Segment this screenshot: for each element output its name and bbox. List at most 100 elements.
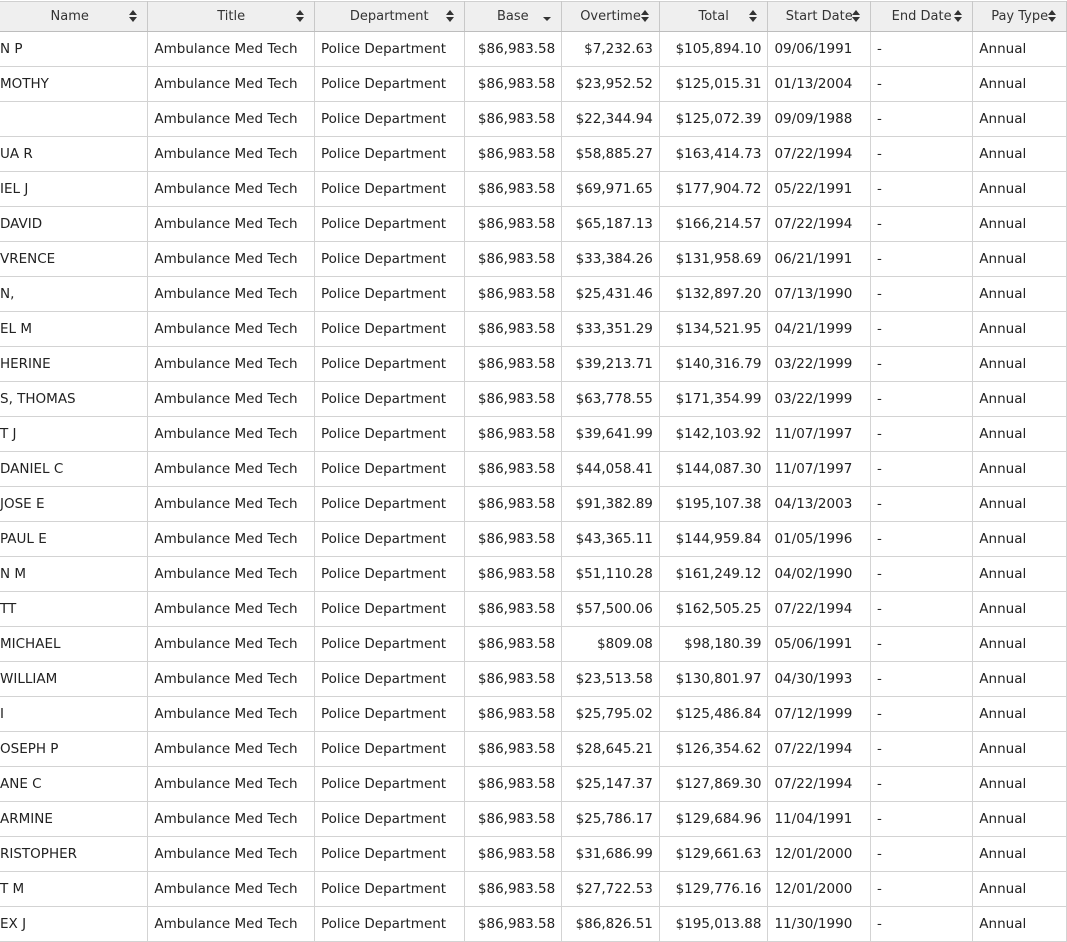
cell-title: Ambulance Med Tech <box>147 486 315 522</box>
table-row[interactable]: ANE C Ambulance Med Tech Police Department… <box>0 766 1067 802</box>
cell-pay-type: Annual <box>972 101 1067 137</box>
table-row[interactable]: I Ambulance Med Tech Police Department $86,… <box>0 696 1067 732</box>
cell-base: $86,983.58 <box>464 696 563 732</box>
cell-department: Police Department <box>314 31 465 67</box>
cell-overtime: $22,344.94 <box>561 101 660 137</box>
cell-overtime: $25,147.37 <box>561 766 660 802</box>
cell-overtime: $7,232.63 <box>561 31 660 67</box>
table-row[interactable]: DANIEL C Ambulance Med Tech Police Departm… <box>0 451 1067 487</box>
cell-base: $86,983.58 <box>464 766 563 802</box>
column-header-total[interactable]: Total <box>659 1 769 32</box>
cell-title: Ambulance Med Tech <box>147 241 315 277</box>
cell-title: Ambulance Med Tech <box>147 276 315 312</box>
cell-end-date: - <box>870 486 974 522</box>
cell-total: $144,087.30 <box>659 451 769 487</box>
table-row[interactable]: N M Ambulance Med Tech Police Department $8… <box>0 556 1067 592</box>
table-row[interactable]: RISTOPHER Ambulance Med Tech Police Depart… <box>0 836 1067 872</box>
cell-department: Police Department <box>314 241 465 277</box>
cell-total: $144,959.84 <box>659 521 769 557</box>
table-row[interactable]: N P Ambulance Med Tech Police Department $8… <box>0 31 1067 67</box>
sort-icon[interactable] <box>129 9 138 23</box>
table-row[interactable]: DAVID Ambulance Med Tech Police Department… <box>0 206 1067 242</box>
table-row[interactable]: S, THOMAS Ambulance Med Tech Police Depart… <box>0 381 1067 417</box>
column-header-title[interactable]: Title <box>147 1 315 32</box>
cell-pay-type: Annual <box>972 136 1067 172</box>
table-row[interactable]: N, Ambulance Med Tech Police Department $86… <box>0 276 1067 312</box>
cell-base: $86,983.58 <box>464 521 563 557</box>
cell-total: $195,107.38 <box>659 486 769 522</box>
sort-icon[interactable] <box>851 9 860 23</box>
cell-base: $86,983.58 <box>464 101 563 137</box>
cell-total: $105,894.10 <box>659 31 769 67</box>
table-row[interactable]: IEL J Ambulance Med Tech Police Department… <box>0 171 1067 207</box>
cell-pay-type: Annual <box>972 626 1067 662</box>
cell-end-date: - <box>870 206 974 242</box>
cell-start-date: 12/01/2000 <box>767 836 871 872</box>
cell-pay-type: Annual <box>972 801 1067 837</box>
cell-end-date: - <box>870 311 974 347</box>
cell-end-date: - <box>870 556 974 592</box>
table-row[interactable]: MICHAEL Ambulance Med Tech Police Departme… <box>0 626 1067 662</box>
cell-name: RISTOPHER <box>0 836 149 872</box>
table-row[interactable]: TT Ambulance Med Tech Police Department $86… <box>0 591 1067 627</box>
cell-pay-type: Annual <box>972 276 1067 312</box>
column-header-label: Title <box>217 9 246 24</box>
cell-name: JOSE E <box>0 486 149 522</box>
table-row[interactable]: Ambulance Med Tech Police Department $86,9… <box>0 101 1067 137</box>
column-header-name[interactable]: Name <box>0 1 149 32</box>
column-header-department[interactable]: Department <box>314 1 465 32</box>
table-row[interactable]: PAUL E Ambulance Med Tech Police Departmen… <box>0 521 1067 557</box>
cell-base: $86,983.58 <box>464 241 563 277</box>
cell-department: Police Department <box>314 451 465 487</box>
sort-icon[interactable] <box>1048 9 1056 23</box>
table-row[interactable]: T J Ambulance Med Tech Police Department $8… <box>0 416 1067 452</box>
cell-name: S, THOMAS <box>0 381 149 417</box>
column-header-base[interactable]: Base <box>464 1 563 32</box>
cell-base: $86,983.58 <box>464 591 563 627</box>
table-row[interactable]: EL M Ambulance Med Tech Police Department $… <box>0 311 1067 347</box>
column-header-label: Name <box>50 9 89 24</box>
table-row[interactable]: HERINE Ambulance Med Tech Police Departmen… <box>0 346 1067 382</box>
table-row[interactable]: MOTHY Ambulance Med Tech Police Department… <box>0 66 1067 102</box>
cell-start-date: 04/13/2003 <box>767 486 871 522</box>
cell-base: $86,983.58 <box>464 416 563 452</box>
sort-icon[interactable] <box>295 9 304 23</box>
column-header-overtime[interactable]: Overtime <box>561 1 660 32</box>
cell-name: VRENCE <box>0 241 149 277</box>
table-row[interactable]: UA R Ambulance Med Tech Police Department $… <box>0 136 1067 172</box>
column-header-end-date[interactable]: End Date <box>870 1 974 32</box>
cell-base: $86,983.58 <box>464 661 563 697</box>
cell-start-date: 11/30/1990 <box>767 906 871 942</box>
cell-total: $162,505.25 <box>659 591 769 627</box>
sort-desc-icon[interactable] <box>543 9 552 23</box>
table-row[interactable]: ARMINE Ambulance Med Tech Police Departmen… <box>0 801 1067 837</box>
cell-start-date: 11/04/1991 <box>767 801 871 837</box>
table-row[interactable]: OSEPH P Ambulance Med Tech Police Departme… <box>0 731 1067 767</box>
cell-overtime: $65,187.13 <box>561 206 660 242</box>
sort-icon[interactable] <box>749 9 758 23</box>
cell-overtime: $43,365.11 <box>561 521 660 557</box>
cell-start-date: 09/06/1991 <box>767 31 871 67</box>
sort-icon[interactable] <box>445 9 454 23</box>
cell-overtime: $23,513.58 <box>561 661 660 697</box>
sort-icon[interactable] <box>954 9 963 23</box>
column-header-pay-type[interactable]: Pay Type <box>972 1 1067 32</box>
table-row[interactable]: T M Ambulance Med Tech Police Department $8… <box>0 871 1067 907</box>
cell-overtime: $25,795.02 <box>561 696 660 732</box>
cell-pay-type: Annual <box>972 206 1067 242</box>
column-header-start-date[interactable]: Start Date <box>767 1 871 32</box>
table-row[interactable]: EX J Ambulance Med Tech Police Department $… <box>0 906 1067 942</box>
cell-start-date: 07/12/1999 <box>767 696 871 732</box>
cell-start-date: 07/22/1994 <box>767 591 871 627</box>
cell-name <box>0 101 149 137</box>
table-row[interactable]: VRENCE Ambulance Med Tech Police Departmen… <box>0 241 1067 277</box>
cell-total: $134,521.95 <box>659 311 769 347</box>
sort-icon[interactable] <box>640 9 649 23</box>
table-row[interactable]: JOSE E Ambulance Med Tech Police Departmen… <box>0 486 1067 522</box>
column-header-label: End Date <box>891 9 952 24</box>
cell-end-date: - <box>870 381 974 417</box>
table-row[interactable]: WILLIAM Ambulance Med Tech Police Departme… <box>0 661 1067 697</box>
cell-department: Police Department <box>314 276 465 312</box>
cell-total: $166,214.57 <box>659 206 769 242</box>
cell-overtime: $86,826.51 <box>561 906 660 942</box>
